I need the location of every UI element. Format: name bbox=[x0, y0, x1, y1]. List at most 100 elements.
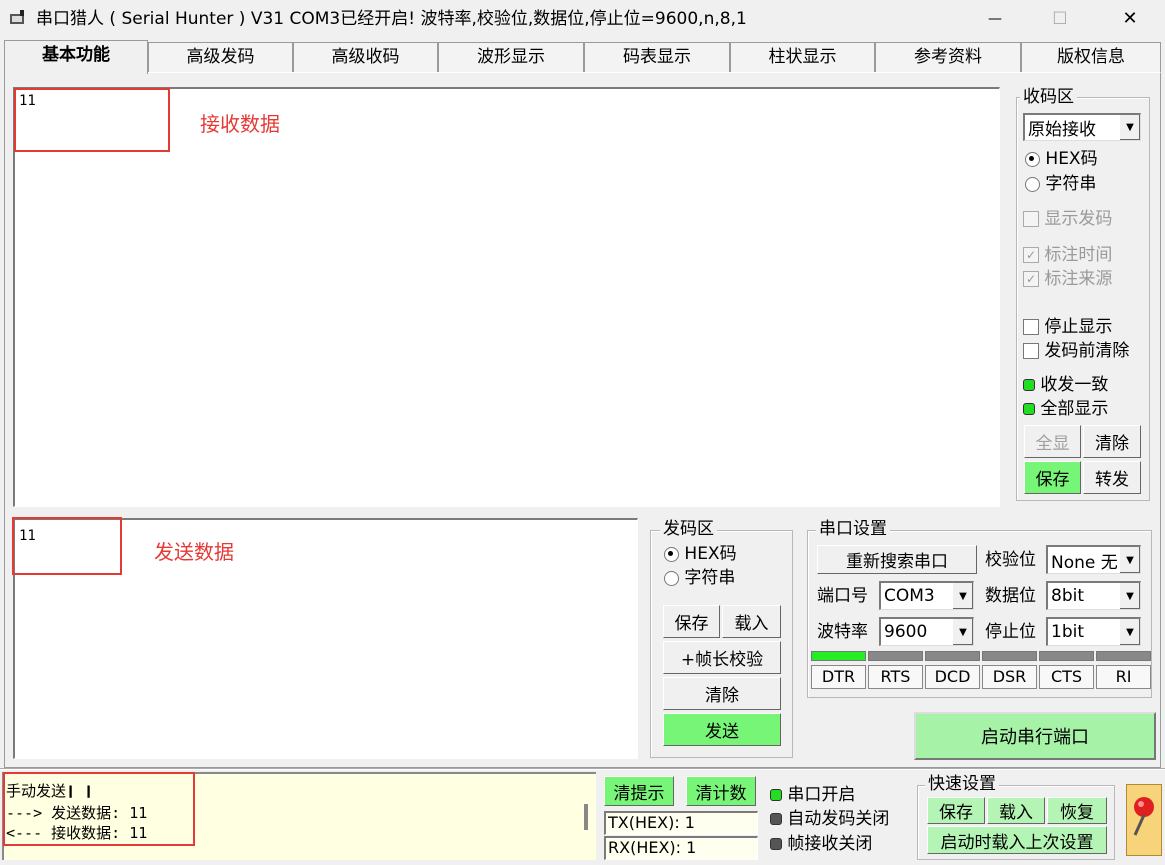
led-consistent[interactable]: 收发一致 bbox=[1023, 374, 1108, 396]
receive-clear-button[interactable]: 清除 bbox=[1083, 425, 1141, 458]
title-bar: 串口猎人 ( Serial Hunter ) V31 COM3已经开启! 波特率… bbox=[0, 0, 1165, 38]
maximize-button[interactable]: ☐ bbox=[1040, 6, 1080, 32]
stopbits-select[interactable]: 1bit ▼ bbox=[1046, 617, 1141, 646]
pin-dtr-button[interactable]: DTR bbox=[811, 665, 866, 689]
pin-dsr-label: DSR bbox=[982, 665, 1037, 689]
quick-load-button[interactable]: 载入 bbox=[987, 797, 1045, 824]
pin-ri-label: RI bbox=[1096, 665, 1151, 689]
checkbox-icon bbox=[1023, 211, 1039, 227]
chevron-down-icon[interactable]: ▼ bbox=[952, 619, 973, 645]
close-button[interactable]: ✕ bbox=[1110, 6, 1150, 32]
led-icon bbox=[1023, 379, 1035, 391]
baud-label: 波特率 bbox=[817, 622, 868, 642]
led-icon bbox=[1023, 403, 1035, 415]
tab-waveform[interactable]: 波形显示 bbox=[438, 42, 584, 72]
start-serial-port-button[interactable]: 启动串行端口 bbox=[914, 712, 1156, 760]
led-frame-receive-close-label: 帧接收关闭 bbox=[787, 834, 873, 854]
pin-dcd-indicator bbox=[925, 651, 980, 661]
chevron-down-icon[interactable]: ▼ bbox=[1119, 619, 1140, 645]
send-radio-string-label: 字符串 bbox=[684, 568, 736, 588]
chevron-down-icon[interactable]: ▼ bbox=[1119, 547, 1140, 573]
databits-select[interactable]: 8bit ▼ bbox=[1046, 581, 1141, 610]
led-show-all[interactable]: 全部显示 bbox=[1023, 398, 1108, 420]
led-consistent-label: 收发一致 bbox=[1040, 375, 1109, 395]
chevron-down-icon[interactable]: ▼ bbox=[1119, 583, 1140, 609]
send-button[interactable]: 发送 bbox=[663, 713, 781, 746]
receive-forward-button[interactable]: 转发 bbox=[1083, 461, 1141, 494]
parity-value: None 无 bbox=[1051, 552, 1118, 573]
radio-icon bbox=[1025, 176, 1040, 192]
log-scrollbar-thumb[interactable] bbox=[584, 804, 588, 830]
chk-stop-display-label: 停止显示 bbox=[1044, 317, 1113, 337]
receive-radio-string-label: 字符串 bbox=[1045, 174, 1097, 194]
receive-show-all-button[interactable]: 全显 bbox=[1024, 425, 1081, 458]
checkbox-icon bbox=[1023, 319, 1039, 335]
app-icon bbox=[8, 8, 28, 28]
tab-bar-chart[interactable]: 柱状显示 bbox=[730, 42, 875, 72]
chevron-down-icon[interactable]: ▼ bbox=[1119, 115, 1140, 140]
led-port-open-label: 串口开启 bbox=[787, 785, 856, 805]
receive-save-button[interactable]: 保存 bbox=[1024, 461, 1081, 494]
send-save-button[interactable]: 保存 bbox=[663, 605, 720, 638]
clear-count-button[interactable]: 清计数 bbox=[686, 776, 756, 806]
led-icon bbox=[770, 838, 782, 850]
send-clear-button[interactable]: 清除 bbox=[663, 677, 781, 710]
chk-mark-source-label: 标注来源 bbox=[1044, 269, 1113, 289]
load-last-settings-button[interactable]: 启动时载入上次设置 bbox=[927, 826, 1107, 854]
pin-cts-label: CTS bbox=[1039, 665, 1094, 689]
pushpin-icon[interactable] bbox=[1126, 784, 1162, 856]
receive-panel-title: 收码区 bbox=[1020, 87, 1077, 107]
receive-highlight-box bbox=[14, 88, 170, 152]
parity-label: 校验位 bbox=[985, 550, 1036, 570]
tab-copyright[interactable]: 版权信息 bbox=[1021, 42, 1161, 72]
databits-label: 数据位 bbox=[985, 586, 1036, 606]
tab-advanced-send[interactable]: 高级发码 bbox=[148, 42, 293, 72]
chk-show-send[interactable]: 显示发码 bbox=[1023, 208, 1112, 230]
chevron-down-icon[interactable]: ▼ bbox=[952, 583, 973, 609]
receive-mode-select[interactable]: 原始接收 ▼ bbox=[1023, 113, 1141, 141]
receive-radio-hex[interactable]: HEX码 bbox=[1025, 148, 1098, 170]
tab-advanced-receive[interactable]: 高级收码 bbox=[293, 42, 438, 72]
parity-select[interactable]: None 无 ▼ bbox=[1046, 545, 1141, 574]
databits-value: 8bit bbox=[1051, 586, 1084, 606]
tab-reference[interactable]: 参考资料 bbox=[875, 42, 1021, 72]
stopbits-value: 1bit bbox=[1051, 622, 1084, 642]
rx-counter: RX(HEX): 1 bbox=[604, 836, 758, 860]
led-frame-receive-close: 帧接收关闭 bbox=[770, 833, 872, 855]
tab-code-table[interactable]: 码表显示 bbox=[584, 42, 730, 72]
chk-mark-time-label: 标注时间 bbox=[1044, 245, 1113, 265]
tx-counter: TX(HEX): 1 bbox=[604, 811, 758, 835]
quick-restore-button[interactable]: 恢复 bbox=[1047, 797, 1107, 824]
led-auto-send-close: 自动发码关闭 bbox=[770, 808, 889, 830]
baud-select[interactable]: 9600 ▼ bbox=[879, 617, 974, 646]
pin-dtr-indicator bbox=[811, 651, 866, 661]
chk-stop-display[interactable]: 停止显示 bbox=[1023, 316, 1112, 338]
chk-clear-before-send[interactable]: 发码前清除 bbox=[1023, 340, 1129, 362]
window-title: 串口猎人 ( Serial Hunter ) V31 COM3已经开启! 波特率… bbox=[36, 9, 747, 29]
led-auto-send-close-label: 自动发码关闭 bbox=[787, 809, 890, 829]
chk-mark-time[interactable]: ✓ 标注时间 bbox=[1023, 244, 1112, 266]
port-select[interactable]: COM3 ▼ bbox=[879, 581, 974, 610]
send-load-button[interactable]: 载入 bbox=[722, 605, 781, 638]
chk-mark-source[interactable]: ✓ 标注来源 bbox=[1023, 268, 1112, 290]
quick-save-button[interactable]: 保存 bbox=[927, 797, 985, 824]
frame-length-check-button[interactable]: +帧长校验 bbox=[663, 641, 781, 674]
clear-tips-button[interactable]: 清提示 bbox=[604, 776, 674, 806]
receive-radio-string[interactable]: 字符串 bbox=[1025, 173, 1096, 195]
receive-annotation: 接收数据 bbox=[200, 112, 280, 136]
checkmark-icon: ✓ bbox=[1023, 247, 1039, 263]
minimize-button[interactable]: — bbox=[975, 6, 1015, 32]
radio-icon bbox=[664, 570, 679, 586]
rescan-ports-button[interactable]: 重新搜索串口 bbox=[817, 545, 977, 574]
pin-rts-indicator bbox=[868, 651, 923, 661]
send-radio-string[interactable]: 字符串 bbox=[664, 567, 735, 589]
pin-cts-indicator bbox=[1039, 651, 1094, 661]
tab-basic[interactable]: 基本功能 bbox=[4, 40, 148, 74]
chk-clear-before-send-label: 发码前清除 bbox=[1044, 341, 1130, 361]
send-radio-hex[interactable]: HEX码 bbox=[664, 543, 737, 565]
quick-settings-title: 快速设置 bbox=[925, 774, 999, 794]
pin-rts-button[interactable]: RTS bbox=[868, 665, 923, 689]
send-radio-hex-label: HEX码 bbox=[684, 544, 737, 564]
pin-dcd-label: DCD bbox=[925, 665, 980, 689]
receive-mode-value: 原始接收 bbox=[1028, 120, 1096, 140]
